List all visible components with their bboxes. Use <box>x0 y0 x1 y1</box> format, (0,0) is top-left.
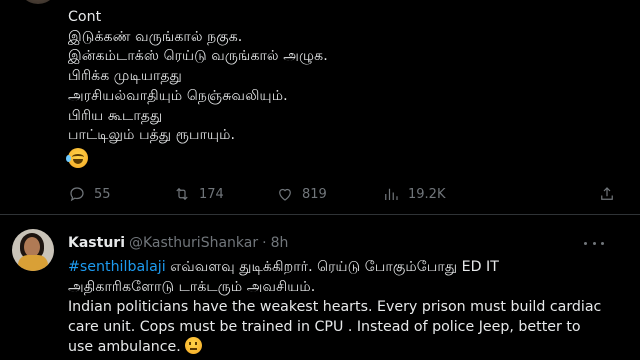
tweet-line: பிரிக்க முடியாதது <box>68 68 182 85</box>
retweet-button[interactable]: 174 <box>173 182 224 206</box>
tweet-line: அதிகாரிகளோடு டாக்டரும் அவசியம். <box>68 279 316 295</box>
timestamp[interactable]: 8h <box>271 235 289 251</box>
tweet-line: Indian politicians have the weakest hear… <box>68 299 602 315</box>
tweet-line: இடுக்கண் வருங்கால் நகுக. <box>68 28 243 45</box>
face-with-tears-of-joy-icon <box>66 147 88 168</box>
more-options-icon[interactable] <box>584 235 604 251</box>
tweet-line: Cont <box>68 9 102 25</box>
user-handle[interactable]: @KasthuriShankar <box>129 235 258 251</box>
tweet-actions: 55 174 819 19.2K <box>68 182 628 206</box>
heart-icon <box>279 188 291 201</box>
views-chart-icon <box>385 188 398 200</box>
reply-count: 55 <box>94 186 111 202</box>
hashtag-link[interactable]: #senthilbalaji <box>68 259 166 275</box>
tweet-text: #senthilbalaji எவ்வளவு துடிக்கிறார். ரெய… <box>68 257 628 357</box>
retweet-icon <box>176 187 188 201</box>
views-button[interactable]: 19.2K <box>382 182 445 206</box>
avatar[interactable] <box>12 229 54 271</box>
tweet-line: பிரிய கூடாதது <box>68 107 163 124</box>
like-button[interactable]: 819 <box>276 182 327 206</box>
tweet-line: அரசியல்வாதியும் நெஞ்சுவலியும். <box>68 87 288 104</box>
share-icon <box>601 187 613 200</box>
confused-face-icon <box>185 337 203 354</box>
like-count: 819 <box>302 186 327 202</box>
tweet-line: எவ்வளவு துடிக்கிறார். ரெய்டு போகும்போது … <box>165 259 499 275</box>
tweet-line: பாட்டிலும் பத்து ரூபாயும். <box>68 127 236 144</box>
reply-button[interactable]: 55 <box>68 182 111 206</box>
tweet-line: care unit. Cops must be trained in CPU .… <box>68 319 581 335</box>
tweet-text: Cont இடுக்கண் வருங்கால் நகுக. இன்கம்டாக்… <box>66 8 628 175</box>
tweet-line: இன்கம்டாக்ஸ் ரெய்டு வருங்கால் அழுக. <box>68 48 328 65</box>
tweet-header: Kasturi @KasthuriShankar · 8h <box>68 235 288 251</box>
display-name[interactable]: Kasturi <box>68 235 125 251</box>
reply-icon <box>70 187 84 202</box>
share-button[interactable] <box>598 182 616 206</box>
tweet-2[interactable]: Kasturi @KasthuriShankar · 8h #senthilba… <box>0 215 640 360</box>
separator: · <box>262 235 267 251</box>
tweet-line: use ambulance. <box>68 339 186 355</box>
avatar[interactable] <box>18 0 58 4</box>
tweet-1[interactable]: Cont இடுக்கண் வருங்கால் நகுக. இன்கம்டாக்… <box>0 0 640 213</box>
view-count: 19.2K <box>408 186 446 202</box>
retweet-count: 174 <box>199 186 224 202</box>
